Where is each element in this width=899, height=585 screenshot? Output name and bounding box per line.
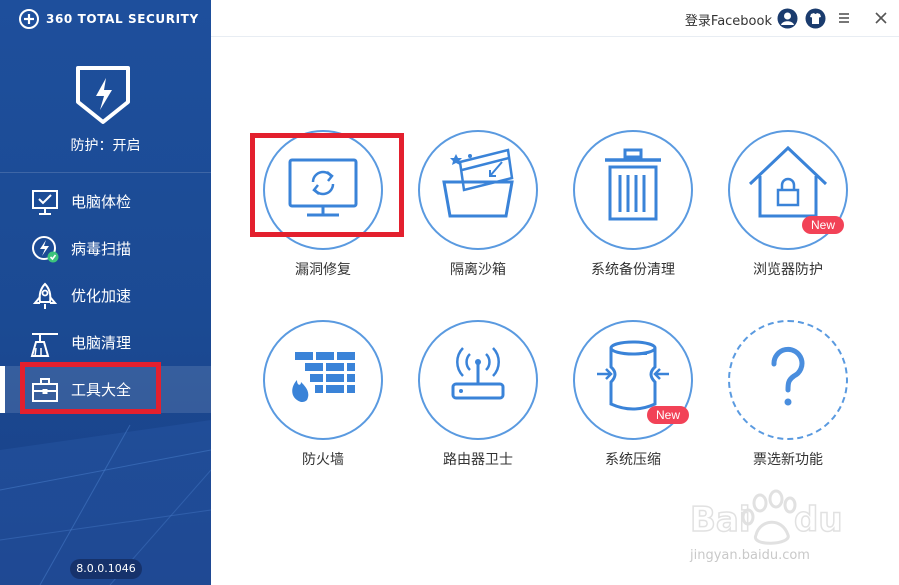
tool-label: 隔离沙箱 bbox=[450, 262, 506, 278]
tool-label: 防火墙 bbox=[302, 452, 344, 468]
baidu-paw-watermark: Bai du bbox=[690, 489, 843, 545]
tool-label: 票选新功能 bbox=[753, 452, 823, 468]
protection-status: 防护：开启 bbox=[70, 138, 141, 154]
sandbox-icon bbox=[442, 148, 514, 218]
virus-scan-icon bbox=[32, 235, 59, 262]
tool-label: 漏洞修复 bbox=[295, 262, 351, 278]
tool-circle bbox=[418, 130, 538, 250]
tool-browser-protection[interactable]: New 浏览器防护 bbox=[718, 130, 858, 290]
tool-label: 系统压缩 bbox=[605, 452, 661, 468]
svg-text:du: du bbox=[794, 500, 843, 540]
question-icon bbox=[771, 346, 805, 406]
tool-sandbox[interactable]: 隔离沙箱 bbox=[408, 130, 548, 290]
new-badge: New bbox=[802, 216, 845, 234]
close-icon[interactable] bbox=[873, 10, 889, 26]
facebook-login-link[interactable]: 登录Facebook bbox=[685, 10, 772, 29]
skin-icon[interactable] bbox=[805, 8, 826, 29]
vulnerability-fix-highlight-box bbox=[250, 133, 404, 237]
sidebar-item-label: 优化加速 bbox=[71, 287, 132, 305]
trash-bin-icon bbox=[605, 148, 661, 221]
tool-system-compress[interactable]: New 系统压缩 bbox=[563, 320, 703, 480]
sidebar-item-checkup[interactable]: 电脑体检 bbox=[0, 178, 211, 225]
toolbox-highlight-box bbox=[20, 362, 161, 414]
tool-vote-feature[interactable]: 票选新功能 bbox=[718, 320, 858, 480]
brand-logo-icon bbox=[19, 9, 39, 29]
tool-circle bbox=[573, 130, 693, 250]
menu-icon[interactable] bbox=[835, 9, 853, 27]
broom-icon bbox=[30, 332, 58, 357]
user-icon[interactable] bbox=[777, 8, 798, 29]
tool-router-guard[interactable]: 路由器卫士 bbox=[408, 320, 548, 480]
tool-firewall[interactable]: 防火墙 bbox=[253, 320, 393, 480]
brand-name: 360 TOTAL SECURITY bbox=[46, 12, 199, 26]
sidebar-item-label: 病毒扫描 bbox=[71, 240, 132, 258]
tool-label: 浏览器防护 bbox=[753, 262, 823, 278]
tool-label: 系统备份清理 bbox=[591, 262, 675, 278]
app-brand: 360 TOTAL SECURITY bbox=[18, 8, 199, 30]
monitor-check-icon bbox=[32, 189, 58, 215]
tool-circle bbox=[418, 320, 538, 440]
sidebar-divider bbox=[0, 172, 211, 173]
firewall-icon bbox=[292, 352, 355, 402]
svg-text:Bai: Bai bbox=[690, 500, 751, 540]
top-bar: 登录Facebook bbox=[211, 0, 899, 37]
sidebar-item-cleanup[interactable]: 电脑清理 bbox=[0, 319, 211, 366]
sidebar: 360 TOTAL SECURITY 防护：开启 电脑体检 病毒扫描 优化加速 … bbox=[0, 0, 211, 585]
version-badge: 8.0.0.1046 bbox=[70, 559, 142, 579]
tool-backup-cleanup[interactable]: 系统备份清理 bbox=[563, 130, 703, 290]
sidebar-item-optimize[interactable]: 优化加速 bbox=[0, 272, 211, 319]
sidebar-item-label: 电脑体检 bbox=[71, 193, 132, 211]
sidebar-item-label: 电脑清理 bbox=[71, 334, 132, 352]
shield-icon bbox=[76, 66, 130, 124]
tool-label: 路由器卫士 bbox=[443, 452, 513, 468]
rocket-icon bbox=[32, 282, 58, 309]
tool-circle bbox=[263, 320, 383, 440]
sidebar-item-virus-scan[interactable]: 病毒扫描 bbox=[0, 225, 211, 272]
tool-circle bbox=[728, 320, 848, 440]
router-icon bbox=[451, 347, 505, 400]
watermark-url: jingyan.baidu.com bbox=[690, 548, 810, 563]
new-badge: New bbox=[647, 406, 690, 424]
